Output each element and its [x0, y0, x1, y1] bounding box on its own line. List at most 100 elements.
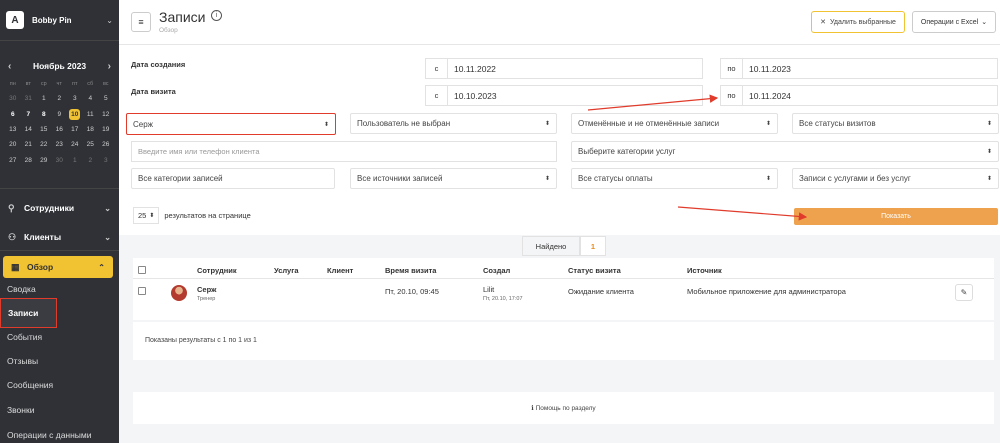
- found-count[interactable]: 1: [580, 236, 606, 256]
- calendar-day[interactable]: 3: [67, 91, 83, 106]
- select-all-checkbox[interactable]: [138, 266, 146, 274]
- calendar-day[interactable]: 26: [98, 137, 114, 152]
- visit-status-select[interactable]: Все статусы визитов ⬍: [792, 113, 999, 134]
- chevron-right-icon[interactable]: ›: [108, 61, 111, 72]
- person-icon: ⚲: [8, 202, 15, 213]
- services-select[interactable]: Записи с услугами и без услуг ⬍: [792, 168, 999, 189]
- calendar-day[interactable]: 28: [21, 152, 37, 167]
- calendar-day[interactable]: 4: [83, 91, 99, 106]
- excel-operations-button[interactable]: Операции с Excel ⌄: [912, 11, 996, 33]
- sidebar-item-calls[interactable]: Звонки: [0, 399, 119, 421]
- brand-switcher[interactable]: A Bobby Pin ⌄: [0, 0, 119, 40]
- calendar-weekday: вт: [25, 80, 31, 87]
- per-page-select[interactable]: 25 ⬍: [133, 207, 160, 224]
- visit-to-input[interactable]: 10.11.2024: [742, 85, 998, 106]
- calendar-day[interactable]: 10: [67, 107, 83, 122]
- record-category-select[interactable]: Все категории записей: [131, 168, 335, 189]
- column-header[interactable]: Создал: [483, 266, 510, 275]
- delete-selected-button[interactable]: ✕ Удалить выбранные: [811, 11, 905, 33]
- calendar-day[interactable]: 22: [36, 137, 52, 152]
- updown-icon: ⬍: [765, 121, 771, 127]
- show-button[interactable]: Показать: [794, 208, 998, 225]
- calendar-day[interactable]: 3: [98, 152, 114, 167]
- calendar-day[interactable]: 23: [52, 137, 68, 152]
- column-header[interactable]: Клиент: [327, 266, 353, 275]
- created-to-prefix: по: [720, 58, 742, 79]
- calendar-day[interactable]: 5: [98, 91, 114, 106]
- calendar-day[interactable]: 30: [5, 91, 21, 106]
- visit-to-prefix: по: [720, 85, 742, 106]
- created-at: Пт, 20.10, 17:07: [483, 296, 523, 302]
- column-header[interactable]: Время визита: [385, 266, 436, 275]
- calendar-weekday: пн: [9, 80, 16, 87]
- breadcrumb: Обзор: [159, 27, 178, 34]
- visit-from-input[interactable]: 10.10.2023: [447, 85, 703, 106]
- calendar-day[interactable]: 29: [36, 152, 52, 167]
- employee-name[interactable]: Серж: [197, 285, 216, 294]
- calendar-day[interactable]: 20: [5, 137, 21, 152]
- calendar-day[interactable]: 8: [36, 107, 52, 122]
- calendar-day[interactable]: 13: [5, 122, 21, 137]
- column-header[interactable]: Услуга: [274, 266, 299, 275]
- nav-overview[interactable]: ▦ Обзор ⌃: [3, 256, 113, 278]
- calendar-day[interactable]: 19: [98, 122, 114, 137]
- sidebar-item-events[interactable]: События: [0, 326, 119, 348]
- calendar-day[interactable]: 15: [36, 122, 52, 137]
- found-tabs: Найдено 1: [522, 236, 606, 256]
- calendar-day[interactable]: 18: [83, 122, 99, 137]
- created-to-input[interactable]: 10.11.2023: [742, 58, 998, 79]
- calendar-day[interactable]: 2: [83, 152, 99, 167]
- divider: [133, 278, 994, 279]
- visit-date-label: Дата визита: [131, 87, 176, 96]
- calendar-day[interactable]: 27: [5, 152, 21, 167]
- calendar-day[interactable]: 11: [83, 107, 99, 122]
- calendar-day[interactable]: 12: [98, 107, 114, 122]
- payment-status-select[interactable]: Все статусы оплаты ⬍: [571, 168, 778, 189]
- record-source: Мобильное приложение для администратора: [687, 287, 846, 296]
- source-select[interactable]: Все источники записей ⬍: [350, 168, 557, 189]
- employee-select[interactable]: Серж ⬍: [126, 113, 336, 135]
- calendar-day[interactable]: 21: [21, 137, 37, 152]
- service-category-select[interactable]: Выберите категории услуг ⬍: [571, 141, 999, 162]
- nav-employees[interactable]: ⚲ Сотрудники ⌄: [0, 197, 119, 219]
- calendar-day[interactable]: 7: [21, 107, 37, 122]
- sidebar-item-reviews[interactable]: Отзывы: [0, 350, 119, 372]
- calendar-day[interactable]: 30: [52, 152, 68, 167]
- info-icon[interactable]: i: [211, 10, 222, 21]
- avatar: [171, 285, 187, 301]
- calendar-day[interactable]: 6: [5, 107, 21, 122]
- calendar-day[interactable]: 24: [67, 137, 83, 152]
- sidebar-item-messages[interactable]: Сообщения: [0, 374, 119, 396]
- client-search-input[interactable]: Введите имя или телефон клиента: [131, 141, 557, 162]
- calendar-day[interactable]: 17: [67, 122, 83, 137]
- row-checkbox[interactable]: [138, 287, 146, 295]
- visit-time: Пт, 20.10, 09:45: [385, 287, 439, 296]
- calendar-day[interactable]: 25: [83, 137, 99, 152]
- chevron-down-icon: ⌄: [104, 232, 111, 242]
- calendar-today[interactable]: 10: [69, 108, 81, 120]
- calendar-day[interactable]: 1: [67, 152, 83, 167]
- user-select[interactable]: Пользователь не выбран ⬍: [350, 113, 557, 134]
- help-link[interactable]: ℹ Помощь по разделу: [133, 404, 994, 412]
- calendar-day[interactable]: 9: [52, 107, 68, 122]
- sidebar-item-summary[interactable]: Сводка: [0, 278, 119, 300]
- calendar-day[interactable]: 16: [52, 122, 68, 137]
- cancelled-select[interactable]: Отменённые и не отменённые записи ⬍: [571, 113, 778, 134]
- record-category-select-value: Все категории записей: [138, 174, 223, 183]
- excel-operations-label: Операции с Excel: [920, 18, 979, 26]
- column-header[interactable]: Статус визита: [568, 266, 621, 275]
- edit-button[interactable]: ✎: [955, 284, 973, 301]
- sidebar-item-data-operations[interactable]: Операции с данными: [0, 424, 119, 443]
- column-header[interactable]: Сотрудник: [197, 266, 237, 275]
- menu-toggle-button[interactable]: ≡: [131, 12, 151, 32]
- chevron-left-icon[interactable]: ‹: [8, 61, 11, 72]
- calendar-day[interactable]: 2: [52, 91, 68, 106]
- calendar-day[interactable]: 14: [21, 122, 37, 137]
- column-header[interactable]: Источник: [687, 266, 722, 275]
- calendar-day[interactable]: 31: [21, 91, 37, 106]
- sidebar-item-records[interactable]: Записи: [0, 298, 57, 328]
- nav-clients[interactable]: ⚇ Клиенты ⌄: [0, 226, 119, 248]
- created-from-input[interactable]: 10.11.2022: [447, 58, 703, 79]
- records-table: Сотрудник Услуга Клиент Время визита Соз…: [133, 258, 994, 320]
- calendar-day[interactable]: 1: [36, 91, 52, 106]
